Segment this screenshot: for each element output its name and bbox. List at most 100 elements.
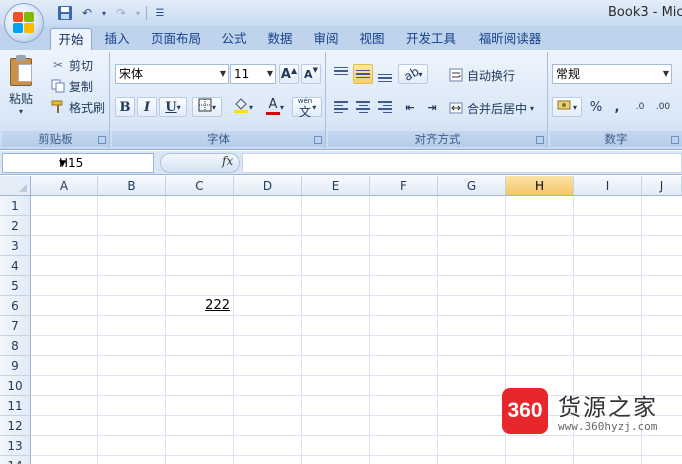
paste-button[interactable]: 粘贴 ▾	[8, 54, 34, 116]
underline-button[interactable]: U ▾	[159, 97, 187, 117]
row-header-6[interactable]: 6	[0, 296, 31, 316]
column-header-e[interactable]: E	[302, 176, 370, 196]
select-all-button[interactable]	[0, 176, 31, 196]
bold-button[interactable]: B	[115, 97, 135, 117]
copy-button[interactable]: 复制	[50, 77, 93, 95]
row-header-5[interactable]: 5	[0, 276, 31, 296]
comma-button[interactable]: ,	[608, 97, 626, 117]
number-format-dropdown-icon[interactable]: ▼	[663, 65, 669, 83]
clipboard-launcher-icon[interactable]	[98, 136, 106, 144]
column-header-h[interactable]: H	[506, 176, 574, 196]
percent-button[interactable]: %	[586, 97, 606, 117]
align-center-button[interactable]	[353, 97, 373, 117]
align-middle-icon	[356, 69, 370, 79]
number-format-combo[interactable]: 常规 ▼	[552, 64, 672, 84]
align-right-icon	[378, 101, 392, 113]
save-icon[interactable]	[56, 4, 74, 22]
align-bottom-button[interactable]	[375, 64, 395, 84]
undo-icon[interactable]: ↶	[78, 4, 96, 22]
row-gridline	[31, 255, 682, 256]
font-name-dropdown-icon[interactable]: ▼	[220, 65, 226, 83]
fill-color-button[interactable]: ▾	[228, 97, 258, 117]
alignment-launcher-icon[interactable]	[536, 136, 544, 144]
tab-formulas[interactable]: 公式	[216, 28, 252, 50]
name-box-dropdown-icon[interactable]: ▼	[59, 155, 149, 173]
tab-page-layout[interactable]: 页面布局	[144, 28, 208, 50]
row-header-3[interactable]: 3	[0, 236, 31, 256]
tab-data[interactable]: 数据	[262, 28, 298, 50]
row-header-10[interactable]: 10	[0, 376, 31, 396]
borders-button[interactable]: ▾	[192, 97, 222, 117]
row-gridline	[31, 315, 682, 316]
row-header-12[interactable]: 12	[0, 416, 31, 436]
accounting-format-button[interactable]: ▾	[552, 97, 582, 117]
column-gridline	[97, 196, 98, 464]
shrink-font-button[interactable]: A ▼	[301, 64, 321, 84]
tab-developer[interactable]: 开发工具	[400, 28, 462, 50]
decrease-decimal-button[interactable]: .00	[652, 97, 674, 117]
copy-label: 复制	[69, 79, 94, 94]
insert-function-icon[interactable]: fx	[222, 154, 233, 168]
row-header-8[interactable]: 8	[0, 336, 31, 356]
merge-center-button[interactable]: 合并后居中 ▾	[448, 99, 534, 117]
column-header-j[interactable]: J	[642, 176, 682, 196]
font-size-dropdown-icon[interactable]: ▼	[267, 65, 273, 83]
column-header-f[interactable]: F	[370, 176, 438, 196]
office-logo-icon	[12, 11, 36, 35]
phonetic-button[interactable]: wén 文 ▾	[292, 97, 322, 118]
row-header-13[interactable]: 13	[0, 436, 31, 456]
grow-font-button[interactable]: A ▲	[279, 64, 299, 84]
number-launcher-icon[interactable]	[671, 136, 679, 144]
row-header-4[interactable]: 4	[0, 256, 31, 276]
row-header-11[interactable]: 11	[0, 396, 31, 416]
office-button[interactable]	[4, 3, 44, 43]
column-header-b[interactable]: B	[98, 176, 166, 196]
tab-home[interactable]: 开始	[50, 28, 92, 50]
column-header-c[interactable]: C	[166, 176, 234, 196]
paste-dropdown-icon[interactable]: ▾	[19, 107, 23, 116]
undo-dropdown-icon[interactable]: ▾	[100, 4, 108, 22]
merge-center-dropdown-icon[interactable]: ▾	[530, 104, 534, 113]
row-header-7[interactable]: 7	[0, 316, 31, 336]
row-header-2[interactable]: 2	[0, 216, 31, 236]
cell-c6[interactable]: 222	[166, 296, 232, 316]
decrease-indent-button[interactable]: ⇤	[400, 97, 420, 117]
tab-insert[interactable]: 插入	[98, 28, 136, 50]
borders-icon	[198, 98, 212, 116]
row-header-9[interactable]: 9	[0, 356, 31, 376]
row-header-14[interactable]: 14	[0, 456, 31, 464]
customize-qat-icon[interactable]: ☰	[151, 4, 169, 22]
align-middle-button[interactable]	[353, 64, 373, 84]
column-header-d[interactable]: D	[234, 176, 302, 196]
format-painter-button[interactable]: 格式刷	[50, 98, 105, 116]
cut-button[interactable]: ✂ 剪切	[50, 56, 93, 74]
align-left-button[interactable]	[331, 97, 351, 117]
align-right-button[interactable]	[375, 97, 395, 117]
font-launcher-icon[interactable]	[314, 136, 322, 144]
italic-button[interactable]: I	[137, 97, 157, 117]
increase-decimal-button[interactable]: .0	[630, 97, 650, 117]
tab-review[interactable]: 审阅	[308, 28, 344, 50]
wrap-text-button[interactable]: 自动换行	[448, 66, 515, 84]
tab-view[interactable]: 视图	[354, 28, 390, 50]
redo-dropdown-icon[interactable]: ▾	[134, 4, 142, 22]
row-header-1[interactable]: 1	[0, 196, 31, 216]
row-gridline	[31, 375, 682, 376]
column-header-g[interactable]: G	[438, 176, 506, 196]
phonetic-dropdown-icon: ▾	[312, 102, 317, 112]
redo-icon[interactable]: ↷	[112, 4, 130, 22]
tab-foxit-reader[interactable]: 福昕阅读器	[472, 28, 548, 50]
name-box[interactable]: H15 ▼	[2, 153, 154, 173]
font-name-combo[interactable]: 宋体 ▼	[115, 64, 229, 84]
orientation-button[interactable]: ab ▾	[398, 64, 428, 84]
font-group: 宋体 ▼ 11 ▼ A ▲ A ▼ B I U ▾ ▾ ▾ A ▾ wén 文 …	[112, 52, 326, 148]
column-gridline	[165, 196, 166, 464]
column-header-a[interactable]: A	[31, 176, 98, 196]
font-size-combo[interactable]: 11 ▼	[230, 64, 276, 84]
font-color-button[interactable]: A ▾	[260, 97, 290, 117]
column-header-i[interactable]: I	[574, 176, 642, 196]
cut-label: 剪切	[69, 58, 94, 73]
align-top-button[interactable]	[331, 64, 351, 84]
formula-input[interactable]	[242, 153, 682, 173]
increase-indent-button[interactable]: ⇥	[422, 97, 442, 117]
